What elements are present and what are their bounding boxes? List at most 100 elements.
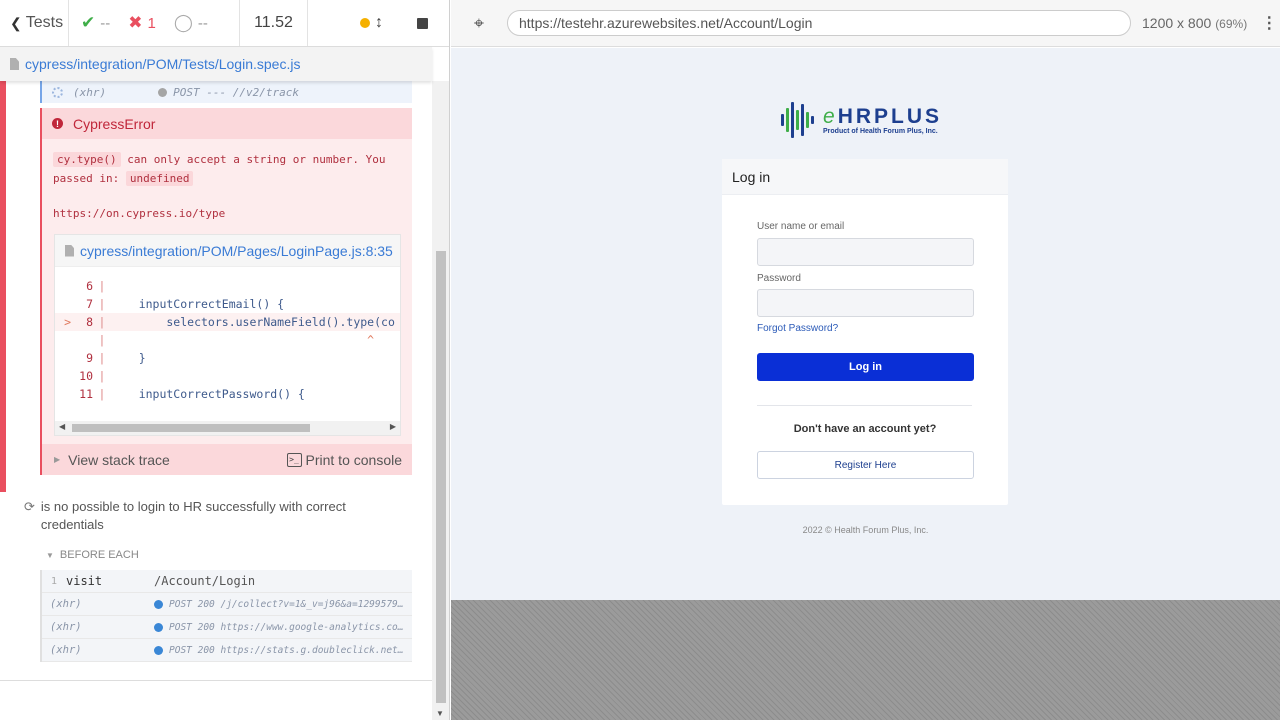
code-line: 9 | } xyxy=(86,351,146,365)
status-dot-icon xyxy=(154,599,163,609)
scroll-left-icon[interactable]: ◀ xyxy=(59,422,65,431)
code-line: 7 | inputCorrectEmail() { xyxy=(86,297,285,311)
viewport-info[interactable]: 1200 x 800 (69%) xyxy=(1142,15,1247,31)
circle-outline-icon: ◯ xyxy=(173,13,193,32)
error-value-chip: undefined xyxy=(125,171,194,186)
exclamation-icon: ! xyxy=(52,118,63,129)
code-frame-file[interactable]: cypress/integration/POM/Pages/LoginPage.… xyxy=(55,235,400,267)
pending-stat[interactable]: ◯ -- xyxy=(174,13,208,33)
more-vertical-icon[interactable]: ⋮ xyxy=(1261,13,1277,33)
url-bar[interactable]: https://testehr.azurewebsites.net/Accoun… xyxy=(507,10,1131,36)
login-card-title: Log in xyxy=(722,159,1008,195)
password-input[interactable] xyxy=(757,289,974,317)
logo-mark-icon xyxy=(779,100,819,140)
error-header: ! CypressError xyxy=(42,108,412,139)
pending-dot-icon xyxy=(158,87,168,97)
username-label: User name or email xyxy=(757,221,845,232)
xhr-message: POST --- //v2/track xyxy=(173,85,299,99)
command-message: POST 200 https://stats.g.doubleclick.net… xyxy=(169,644,409,656)
status-dot-icon xyxy=(154,645,163,655)
code-lines: 6 | 7 | inputCorrectEmail() { >8 | selector… xyxy=(55,277,400,403)
logo-title: eHRPLUS xyxy=(823,105,943,128)
error-title: CypressError xyxy=(73,115,156,132)
aut-header: ⌖ https://testehr.azurewebsites.net/Acco… xyxy=(451,0,1280,47)
login-button[interactable]: Log in xyxy=(757,353,974,381)
code-line: 6 | xyxy=(86,279,106,293)
caret-right-icon: ▶ xyxy=(54,455,61,464)
code-horizontal-scrollbar[interactable]: ◀ ▶ xyxy=(55,421,400,435)
scroll-right-icon[interactable]: ▶ xyxy=(390,422,396,431)
command-list: 1 visit /Account/Login (xhr) POST 200 /j… xyxy=(40,570,412,662)
forgot-password-link[interactable]: Forgot Password? xyxy=(757,323,838,334)
command-name: (xhr) xyxy=(50,598,82,610)
ehrplus-logo: eHRPLUS Product of Health Forum Plus, In… xyxy=(779,100,942,140)
url-text: https://testehr.azurewebsites.net/Accoun… xyxy=(519,15,813,31)
reporter-panel: ❮ Tests ✔ -- ✖ 1 ◯ -- 11.52 ↕ cypress/in… xyxy=(0,0,450,720)
command-name: visit xyxy=(66,574,103,588)
run-controls: ↕ xyxy=(308,0,449,46)
passed-stat[interactable]: ✔ -- xyxy=(81,13,110,33)
before-each-label: BEFORE EACH xyxy=(59,549,139,561)
selector-playground-icon[interactable]: ⌖ xyxy=(451,13,507,34)
logo-subtitle: Product of Health Forum Plus, Inc. xyxy=(823,128,938,135)
code-line-highlighted: >8 | selectors.userNameField().type(co xyxy=(55,313,400,331)
check-icon: ✔ xyxy=(81,13,96,32)
auto-scroll-icon[interactable]: ↕ xyxy=(375,14,383,32)
stop-icon[interactable] xyxy=(417,17,428,29)
no-account-text: Don't have an account yet? xyxy=(793,423,937,435)
print-to-console-button[interactable]: >_ Print to console xyxy=(286,451,403,468)
pending-count: -- xyxy=(197,14,208,32)
back-label: Tests xyxy=(25,14,64,31)
reporter-header: ❮ Tests ✔ -- ✖ 1 ◯ -- 11.52 ↕ xyxy=(0,0,449,47)
code-file-path: cypress/integration/POM/Pages/LoginPage.… xyxy=(80,242,393,259)
scrollbar-thumb[interactable] xyxy=(436,251,446,703)
running-indicator-icon xyxy=(360,18,370,28)
print-label: Print to console xyxy=(305,451,403,468)
test-title-text: is no possible to login to HR successful… xyxy=(40,499,346,532)
command-row[interactable]: (xhr) POST 200 /j/collect?v=1&_v=j96&a=1… xyxy=(42,593,412,616)
viewport-size: 1200 x 800 xyxy=(1142,15,1212,31)
stack-trace-label: View stack trace xyxy=(68,451,170,468)
file-icon xyxy=(65,244,74,257)
view-stack-trace-button[interactable]: ▶ View stack trace xyxy=(54,452,170,468)
error-message: cy.type() can only accept a string or nu… xyxy=(42,139,412,188)
code-line-caret: | ^ xyxy=(98,333,375,347)
command-message: POST 200 /j/collect?v=1&_v=j96&a=1299579… xyxy=(169,598,409,610)
before-each-hook[interactable]: ▼ BEFORE EACH xyxy=(46,549,139,561)
spec-file-path[interactable]: cypress/integration/POM/Tests/Login.spec… xyxy=(0,47,432,81)
docs-link[interactable]: https://on.cypress.io/type xyxy=(53,207,225,220)
xhr-command-row[interactable]: (xhr) POST --- //v2/track xyxy=(40,81,412,103)
status-dot-icon xyxy=(154,622,163,632)
command-row[interactable]: 1 visit /Account/Login xyxy=(42,570,412,593)
error-panel: ! CypressError cy.type() can only accept… xyxy=(40,108,412,475)
passed-count: -- xyxy=(100,14,111,32)
reporter-vertical-scrollbar[interactable]: ▼ xyxy=(432,81,449,720)
reporter-scroll-area[interactable]: (xhr) POST --- //v2/track ! CypressError… xyxy=(0,81,432,681)
command-name: (xhr) xyxy=(50,644,82,656)
spinner-icon xyxy=(52,86,63,98)
xhr-type: (xhr) xyxy=(73,85,107,99)
register-button[interactable]: Register Here xyxy=(757,451,974,479)
code-frame: cypress/integration/POM/Pages/LoginPage.… xyxy=(54,234,401,436)
username-input[interactable] xyxy=(757,238,974,266)
command-row[interactable]: (xhr) POST 200 https://stats.g.doublecli… xyxy=(42,639,412,662)
duration: 11.52 xyxy=(240,0,308,46)
scroll-down-icon[interactable]: ▼ xyxy=(436,709,444,718)
file-icon xyxy=(10,58,19,70)
spec-path-text: cypress/integration/POM/Tests/Login.spec… xyxy=(25,56,301,72)
command-number: 1 xyxy=(50,575,58,587)
error-code-chip: cy.type() xyxy=(53,152,121,167)
code-line: 10 | xyxy=(79,369,106,383)
password-label: Password xyxy=(757,273,801,284)
error-footer: ▶ View stack trace >_ Print to console xyxy=(42,444,412,475)
test-title-running[interactable]: ⟳ is no possible to login to HR successf… xyxy=(24,498,384,534)
divider xyxy=(757,405,972,406)
failed-stat[interactable]: ✖ 1 xyxy=(128,13,156,33)
command-message: /Account/Login xyxy=(154,574,256,588)
scrollbar-thumb[interactable] xyxy=(72,424,310,432)
command-row[interactable]: (xhr) POST 200 https://www.google-analyt… xyxy=(42,616,412,639)
panel-divider xyxy=(0,680,432,681)
terminal-icon: >_ xyxy=(286,452,302,467)
command-message: POST 200 https://www.google-analytics.co… xyxy=(169,621,409,633)
back-to-tests-button[interactable]: ❮ Tests xyxy=(0,0,69,46)
